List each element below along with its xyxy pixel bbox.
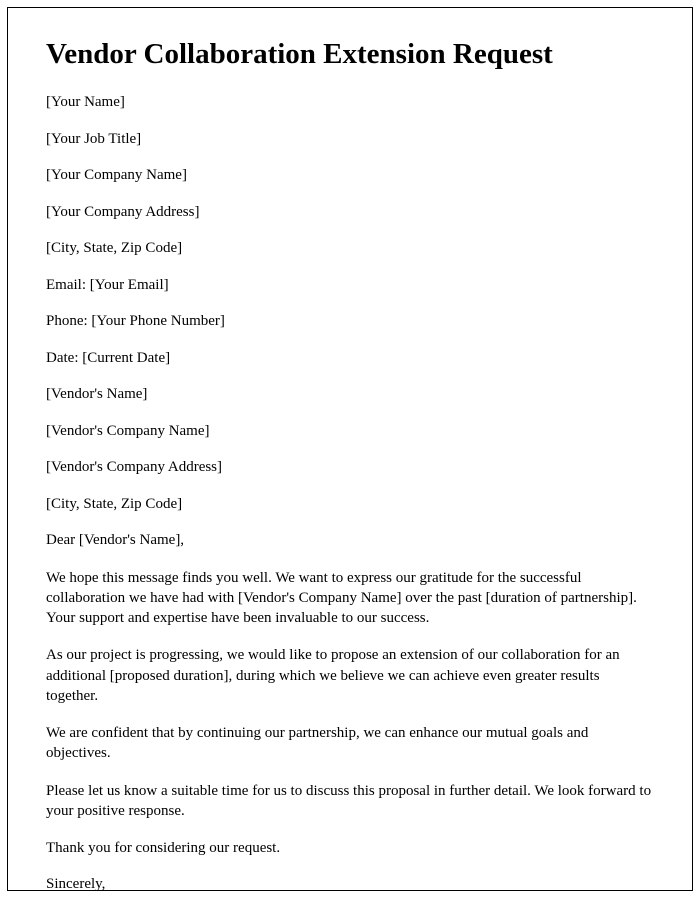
- document-title: Vendor Collaboration Extension Request: [46, 38, 654, 71]
- sender-name: [Your Name]: [46, 93, 654, 113]
- sender-phone: Phone: [Your Phone Number]: [46, 312, 654, 332]
- recipient-name: [Vendor's Name]: [46, 385, 654, 405]
- sender-company-name: [Your Company Name]: [46, 166, 654, 186]
- sender-job-title: [Your Job Title]: [46, 130, 654, 150]
- sender-city-state-zip: [City, State, Zip Code]: [46, 239, 654, 259]
- document-page: Vendor Collaboration Extension Request […: [7, 7, 693, 891]
- body-paragraph-4: Please let us know a suitable time for u…: [46, 781, 654, 822]
- recipient-city-state-zip: [City, State, Zip Code]: [46, 495, 654, 515]
- date-line: Date: [Current Date]: [46, 349, 654, 369]
- recipient-company-name: [Vendor's Company Name]: [46, 422, 654, 442]
- sender-email: Email: [Your Email]: [46, 276, 654, 296]
- sender-company-address: [Your Company Address]: [46, 203, 654, 223]
- body-paragraph-3: We are confident that by continuing our …: [46, 723, 654, 764]
- body-paragraph-5: Thank you for considering our request.: [46, 838, 654, 858]
- body-paragraph-1: We hope this message finds you well. We …: [46, 568, 654, 629]
- recipient-company-address: [Vendor's Company Address]: [46, 458, 654, 478]
- body-paragraph-2: As our project is progressing, we would …: [46, 645, 654, 706]
- sign-off: Sincerely,: [46, 875, 654, 891]
- salutation: Dear [Vendor's Name],: [46, 531, 654, 551]
